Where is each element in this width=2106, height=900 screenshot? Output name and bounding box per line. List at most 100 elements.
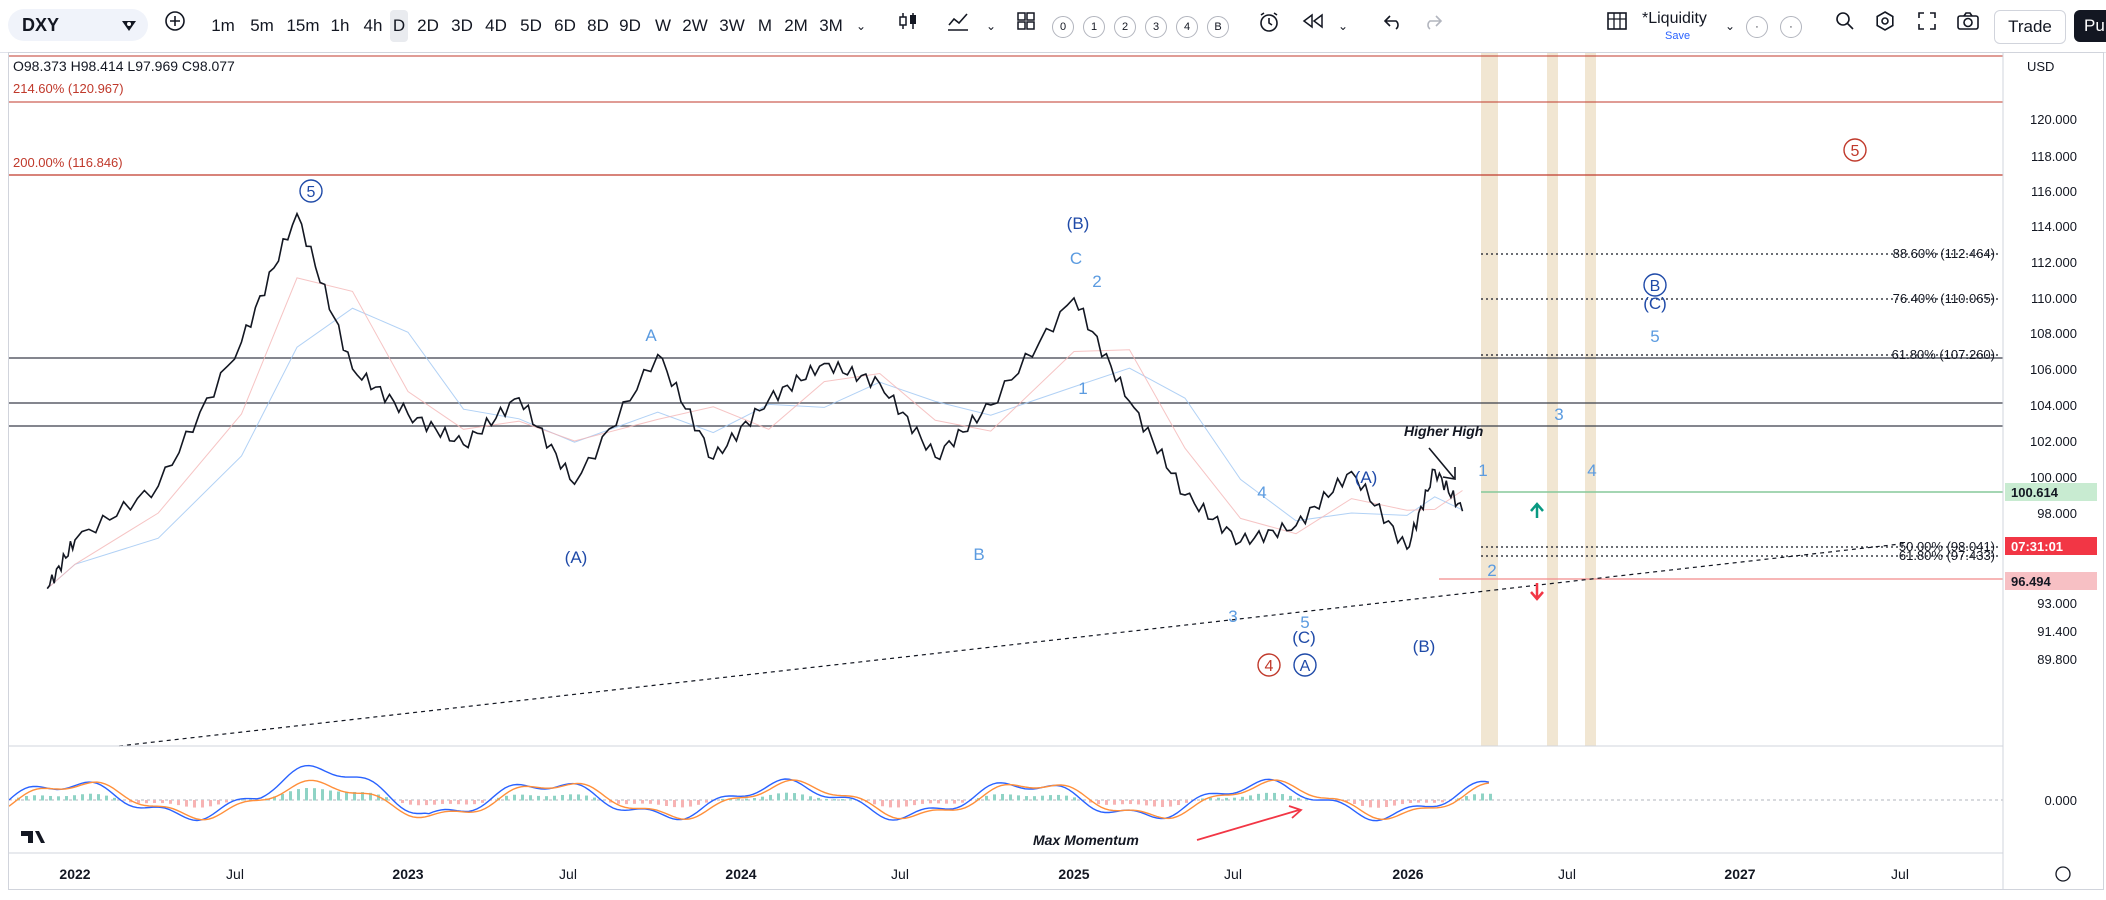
histogram-bar [1265,792,1268,801]
layout-name[interactable]: *Liquidity [1642,10,1707,28]
symbol-search[interactable]: DXY [8,9,148,41]
interval-4h[interactable]: 4h [360,10,386,42]
indicator-icon[interactable] [943,10,973,42]
histogram-bar [1009,794,1012,801]
wave-label-light: B [973,545,984,564]
price-chart[interactable]: 214.60% (120.967) 200.00% (116.846) 88.60%… [9,53,2103,889]
chevron-down-icon[interactable]: ⌄ [853,10,869,42]
fullscreen-icon[interactable] [1912,10,1942,42]
histogram-bar [321,789,324,801]
tradingview-logo-icon [21,831,45,843]
histogram-bar [1041,795,1044,801]
histogram-bar [1281,794,1284,801]
interval-3w[interactable]: 3W [717,10,747,42]
templates-icon[interactable] [1012,10,1040,42]
chart-container[interactable]: 214.60% (120.967) 200.00% (116.846) 88.60%… [8,52,2104,890]
histogram-bar [1097,800,1100,805]
interval-15m[interactable]: 15m [284,10,322,42]
histogram-bar [689,800,692,807]
chevron-down-icon[interactable]: ⌄ [1722,10,1738,42]
currency-label: USD [2027,59,2054,74]
interval-1h[interactable]: 1h [327,10,353,42]
layout-slot-2[interactable]: 2 [1114,16,1136,38]
interval-m[interactable]: M [754,10,776,42]
interval-2d[interactable]: 2D [414,10,442,42]
layout-slot-4[interactable]: 4 [1176,16,1198,38]
publish-button[interactable]: Pu [2074,10,2106,42]
histogram-bar [89,793,92,801]
layout-icon[interactable] [1602,10,1632,42]
interval-5d[interactable]: 5D [517,10,545,42]
histogram-bar [1017,795,1020,801]
interval-4d[interactable]: 4D [482,10,510,42]
interval-2w[interactable]: 2W [680,10,710,42]
dot-button[interactable]: · [1780,16,1802,38]
histogram-bar [793,793,796,801]
chevron-down-icon[interactable]: ⌄ [983,10,999,42]
histogram-bar [1361,800,1364,806]
chart-type-icon[interactable] [893,10,923,42]
redo-icon[interactable] [1418,10,1448,42]
add-symbol-icon[interactable] [160,10,190,42]
histogram-bar [809,796,812,801]
histogram-bar [1289,795,1292,801]
histogram-bar [113,797,116,801]
momentum-arrow [1196,805,1303,841]
undo-icon[interactable] [1378,10,1408,42]
wave-label-light: 1 [1078,379,1087,398]
interval-w[interactable]: W [652,10,674,42]
interval-6d[interactable]: 6D [551,10,579,42]
histogram-bar [49,795,52,801]
oscillator-zero-label: 0.000 [2044,793,2077,808]
histogram-bar [1369,800,1372,808]
interval-9d[interactable]: 9D [616,10,644,42]
interval-8d[interactable]: 8D [584,10,612,42]
alert-icon[interactable] [1254,10,1284,42]
histogram-bar [1433,800,1436,803]
interval-3d[interactable]: 3D [448,10,476,42]
replay-icon[interactable] [1298,10,1328,42]
price-tick-label: 120.000 [2030,112,2077,127]
histogram-bar [281,793,284,801]
time-tick-label: Jul [1558,866,1576,882]
histogram-bar [193,800,196,808]
histogram-bar [185,800,188,807]
layout-slot-0[interactable]: 0 [1052,16,1074,38]
search-icon[interactable] [1830,10,1860,42]
trade-button[interactable]: Trade [1994,10,2066,44]
histogram-bar [209,800,212,807]
layout-slot-b[interactable]: B [1207,16,1229,38]
interval-d[interactable]: D [390,10,408,42]
histogram-bar [545,796,548,801]
layout-slot-3[interactable]: 3 [1145,16,1167,38]
fib-label: 88.60% (112.464) [1893,246,1995,261]
price-tick-label: 108.000 [2030,326,2077,341]
interval-5m[interactable]: 5m [247,10,277,42]
interval-1m[interactable]: 1m [208,10,238,42]
histogram-bar [1441,800,1444,803]
camera-icon[interactable] [1953,10,1983,42]
dot-button[interactable]: · [1746,16,1768,38]
histogram-bar [513,794,516,801]
interval-2m[interactable]: 2M [781,10,811,42]
histogram-bar [449,800,452,804]
interval-3m[interactable]: 3M [816,10,846,42]
time-tick-label: 2025 [1058,866,1089,882]
time-tick-label: Jul [1224,866,1242,882]
histogram-bar [593,797,596,801]
histogram-bar [1169,800,1172,807]
histogram-bar [1233,797,1236,801]
histogram-bar [169,800,172,804]
histogram-bar [1217,797,1220,801]
histogram-bar [1425,800,1428,803]
layout-slot-1[interactable]: 1 [1083,16,1105,38]
time-tick-label: Jul [891,866,909,882]
histogram-bar [817,797,820,801]
settings-icon[interactable] [1870,10,1900,42]
higher-high-arrow [1428,447,1456,480]
layout-save-label[interactable]: Save [1665,30,1690,42]
histogram-bar [753,798,756,801]
histogram-bar [1073,797,1076,801]
chevron-down-icon[interactable]: ⌄ [1335,10,1351,42]
histogram-bar [705,800,708,803]
